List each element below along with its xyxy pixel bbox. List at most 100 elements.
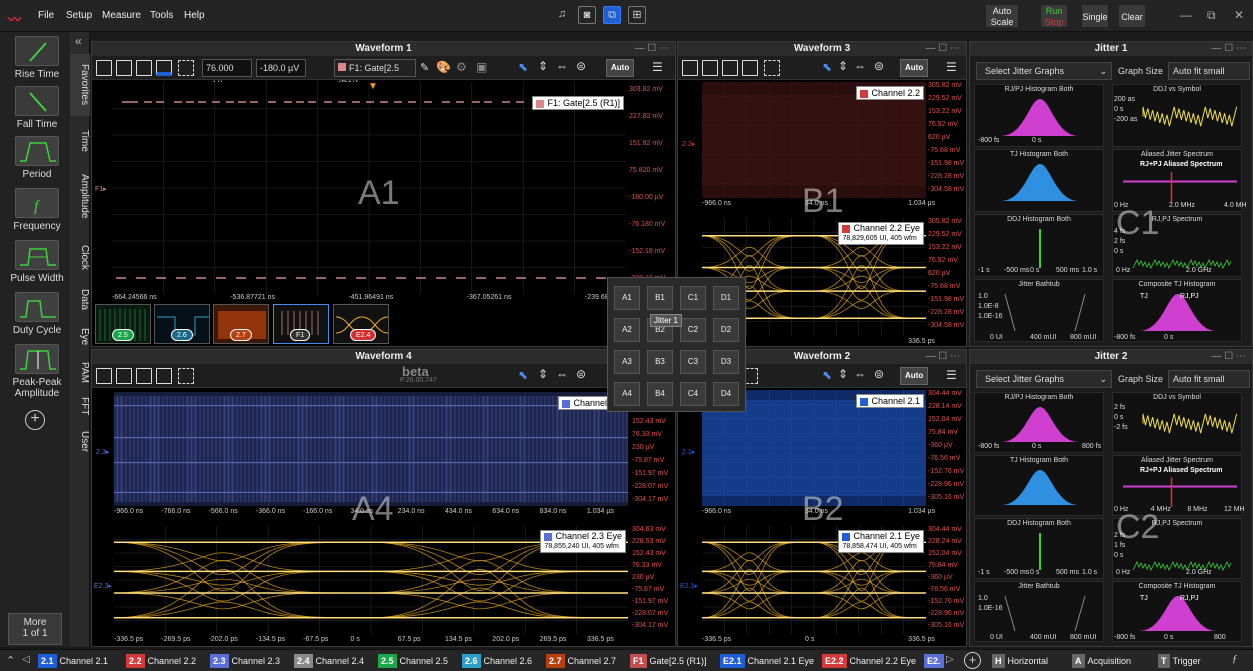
thumb-e2-4[interactable]: E2.4	[333, 304, 389, 344]
trace-marker[interactable]: E2.1▸	[680, 582, 698, 590]
channel-chip[interactable]: E2.2 Channel 2.2 Eye	[822, 654, 916, 668]
trace-legend[interactable]: Channel 2.1 Eye 78,858,474 UI, 405 wfm	[838, 530, 924, 553]
layout-stack-icon[interactable]	[156, 60, 172, 76]
tab-data[interactable]: Data	[70, 280, 90, 320]
scale-input[interactable]: 76.000 mV/	[202, 59, 252, 89]
auto-scale-button[interactable]: Auto Scale	[985, 4, 1019, 28]
channel-2-2-plot[interactable]: Channel 2.2	[702, 82, 926, 198]
menu-file[interactable]: File	[38, 10, 54, 21]
waveform-1-plot[interactable]: A1 F1: Gate[2.5 (R1)]	[112, 82, 626, 294]
menu-tools[interactable]: Tools	[150, 10, 173, 21]
channel-2-1-eye-plot[interactable]: Channel 2.1 Eye 78,858,474 UI, 405 wfm	[702, 526, 926, 634]
channel-chip[interactable]: E2.1 Channel 2.1 Eye	[720, 654, 814, 668]
function-icon[interactable]: ƒ	[1232, 653, 1238, 665]
trigger-button[interactable]: T Trigger	[1158, 654, 1201, 668]
region-cell-c1[interactable]: C1	[680, 286, 706, 310]
region-cell-b1[interactable]: B1	[647, 286, 673, 310]
jitter-graph-cell[interactable]: Composite TJ Histogram	[1112, 581, 1242, 642]
thumb-f1[interactable]: F1	[273, 304, 329, 344]
list-icon[interactable]: ⊜	[576, 59, 586, 73]
vcursor-icon[interactable]: ⇕	[838, 367, 848, 381]
overlay-icon[interactable]	[764, 60, 780, 76]
thumb-2-5[interactable]: 2.5	[95, 304, 151, 344]
tab-eye[interactable]: Eye	[70, 320, 90, 354]
trace-marker[interactable]: E2.3▸	[94, 582, 112, 590]
channel-chip[interactable]: 2.1 Channel 2.1	[38, 654, 108, 668]
pointer-icon[interactable]: ⬉	[518, 60, 528, 74]
trace-legend[interactable]: Channel 2.2	[856, 86, 924, 100]
jitter-graph-cell[interactable]: TJ Histogram Both	[974, 149, 1104, 212]
region-cell-a3[interactable]: A3	[614, 350, 640, 374]
restore-icon[interactable]: ⧉	[1207, 8, 1216, 23]
measure-pulse-width[interactable]: Pulse Width	[10, 240, 64, 284]
panel-controls[interactable]: — ☐ ⋯	[925, 350, 960, 364]
menu-setup[interactable]: Setup	[66, 10, 92, 21]
tab-favorites[interactable]: Favorites	[70, 54, 90, 116]
trace-legend[interactable]: Channel 2.3 Eye 78,855,240 UI, 405 wfm	[540, 530, 626, 553]
trace-marker[interactable]: F1▸	[95, 185, 107, 193]
layout-stack-icon[interactable]	[742, 60, 758, 76]
add-measurement-icon[interactable]: +	[25, 410, 45, 430]
jitter-graph-select[interactable]: Select Jitter Graphs ⌄	[976, 62, 1112, 80]
channel-2-3-eye-plot[interactable]: Channel 2.3 Eye 78,855,240 UI, 405 wfm	[114, 526, 628, 634]
graph-size-select[interactable]: Auto fit small	[1168, 370, 1250, 388]
channel-chip[interactable]: 2.7 Channel 2.7	[546, 654, 616, 668]
channel-chip[interactable]: 2.4 Channel 2.4	[294, 654, 364, 668]
menu-measure[interactable]: Measure	[102, 10, 141, 21]
collapse-icon[interactable]: «	[75, 34, 82, 48]
jitter-graph-cell[interactable]: DDJ vs Symbol	[1112, 392, 1242, 453]
trace-legend[interactable]: Channel 2.2 Eye 78,829,605 UI, 405 wfm	[838, 222, 924, 245]
layout-grid-icon[interactable]	[702, 60, 718, 76]
measure-peak-peak[interactable]: Peak-Peak Amplitude	[10, 344, 64, 399]
layout-rows-icon[interactable]	[96, 368, 112, 384]
layout-single-icon[interactable]	[136, 368, 152, 384]
hcursor-icon[interactable]: ⇔	[556, 367, 568, 381]
function-select[interactable]: F1: Gate[2.5 (R1)]	[334, 59, 416, 89]
trace-legend[interactable]: Channel 2.1	[856, 394, 924, 408]
camera-icon[interactable]: ◙	[578, 6, 596, 24]
trace-marker[interactable]: 2.2▸	[682, 140, 695, 148]
minimize-icon[interactable]: —	[1180, 8, 1192, 22]
region-cell-d4[interactable]: D4	[713, 382, 739, 406]
overlay-icon[interactable]	[178, 60, 194, 76]
thumb-2-6[interactable]: 2.6	[154, 304, 210, 344]
clear-button[interactable]: Clear	[1118, 4, 1146, 28]
layout-grid-icon[interactable]	[116, 368, 132, 384]
fullscreen-icon[interactable]: ⊞	[628, 6, 646, 24]
graph-size-select[interactable]: Auto fit small	[1168, 62, 1250, 80]
settings-sliders-icon[interactable]: ☰	[652, 60, 663, 74]
chevron-up-icon[interactable]: ⌃	[6, 654, 15, 667]
panel-controls[interactable]: — ☐ ⋯	[925, 42, 960, 56]
measure-frequency[interactable]: f Frequency	[10, 188, 64, 232]
chevron-left-icon[interactable]: ◁	[22, 654, 30, 665]
panel-controls[interactable]: — ☐ ⋯	[634, 42, 669, 56]
channel-chip[interactable]: 2.5 Channel 2.5	[378, 654, 448, 668]
channel-chip[interactable]: 2.6 Channel 2.6	[462, 654, 532, 668]
layout-rows-icon[interactable]	[682, 60, 698, 76]
channel-chip[interactable]: E2.	[924, 654, 947, 668]
measure-duty-cycle[interactable]: Duty Cycle	[10, 292, 64, 336]
settings-sliders-icon[interactable]: ☰	[946, 60, 957, 74]
vcursor-icon[interactable]: ⇕	[538, 367, 548, 381]
bell-icon[interactable]: ♫	[553, 6, 571, 24]
chevron-right-icon[interactable]: ▷	[946, 654, 954, 665]
jitter-graph-select[interactable]: Select Jitter Graphs ⌄	[976, 370, 1112, 388]
region-cell-b3[interactable]: B3	[647, 350, 673, 374]
layout-single-icon[interactable]	[136, 60, 152, 76]
trigger-marker-icon[interactable]: ▼	[368, 81, 378, 92]
layout-rows-icon[interactable]	[96, 60, 112, 76]
layout-single-icon[interactable]	[722, 60, 738, 76]
pencil-icon[interactable]: ✎	[420, 61, 429, 74]
channel-chip[interactable]: 2.2 Channel 2.2	[126, 654, 196, 668]
tab-clock[interactable]: Clock	[70, 236, 90, 280]
region-cell-c3[interactable]: C3	[680, 350, 706, 374]
settings-sliders-icon[interactable]: ☰	[946, 368, 957, 382]
add-channel-icon[interactable]: +	[964, 652, 981, 669]
gear-icon[interactable]: ⚙	[456, 60, 467, 74]
auto-button[interactable]: Auto	[900, 367, 929, 385]
trace-marker[interactable]: 2.3▸	[96, 448, 109, 456]
more-button[interactable]: More 1 of 1	[8, 613, 62, 645]
auto-button[interactable]: Auto	[900, 59, 929, 77]
channel-2-3-plot[interactable]: Channel 2.3	[114, 392, 628, 506]
list-icon[interactable]: ⊜	[874, 59, 884, 73]
